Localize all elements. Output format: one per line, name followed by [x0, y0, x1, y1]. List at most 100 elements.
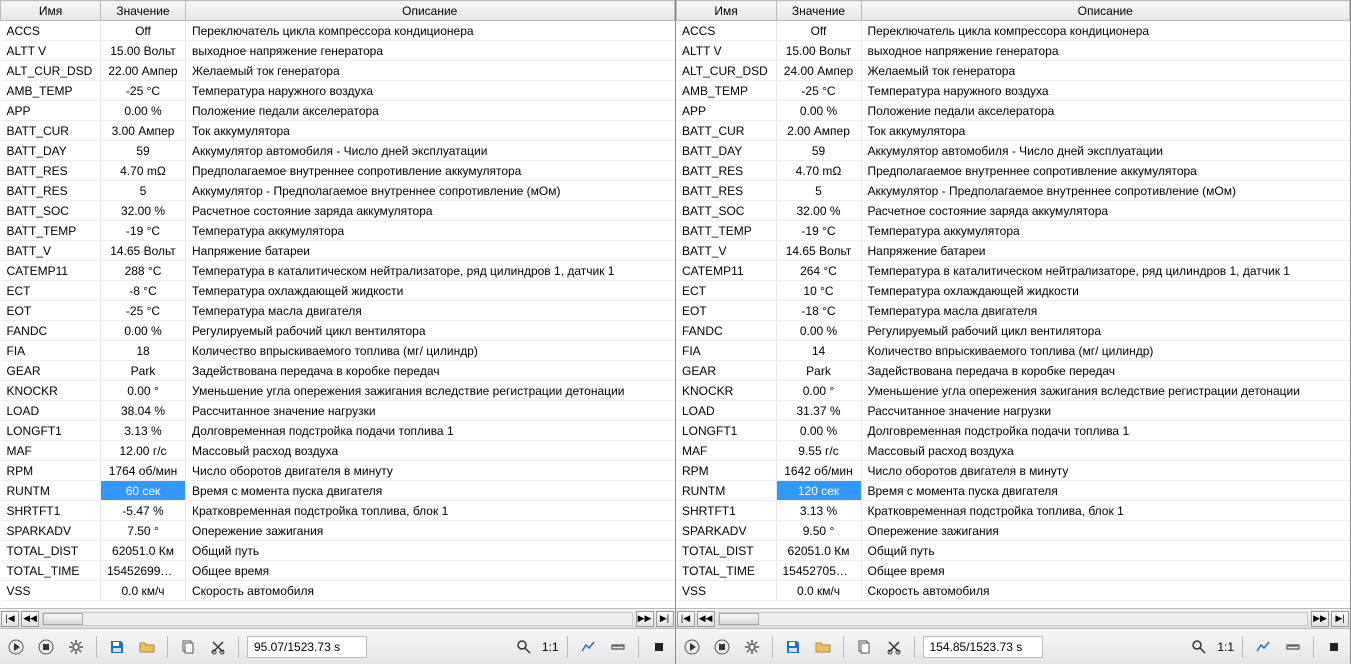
- play-button[interactable]: [4, 635, 28, 659]
- chart-button[interactable]: [1251, 635, 1275, 659]
- nav-next-button[interactable]: ▶▶: [1311, 611, 1329, 627]
- table-row[interactable]: BATT_TEMP-19 °CТемпература аккумулятора: [676, 221, 1350, 241]
- play-button[interactable]: [680, 635, 704, 659]
- col-header-desc[interactable]: Описание: [186, 1, 675, 21]
- table-row[interactable]: APP0.00 %Положение педали акселератора: [1, 101, 675, 121]
- hscroll-track[interactable]: [42, 612, 633, 626]
- col-header-value[interactable]: Значение: [101, 1, 186, 21]
- table-row[interactable]: BATT_SOC32.00 %Расчетное состояние заряд…: [1, 201, 675, 221]
- table-row[interactable]: SPARKADV9.50 °Опережение зажигания: [676, 521, 1350, 541]
- table-row[interactable]: TOTAL_TIME154527056 секОбщее время: [676, 561, 1350, 581]
- save-button[interactable]: [781, 635, 805, 659]
- table-row[interactable]: BATT_DAY59Аккумулятор автомобиля - Число…: [1, 141, 675, 161]
- copy-button[interactable]: [176, 635, 200, 659]
- param-value: 0.00 %: [776, 101, 861, 121]
- table-row[interactable]: BATT_TEMP-19 °CТемпература аккумулятора: [1, 221, 675, 241]
- table-row[interactable]: LOAD31.37 %Рассчитанное значение нагрузк…: [676, 401, 1350, 421]
- table-row[interactable]: FIA18Количество впрыскиваемого топлива (…: [1, 341, 675, 361]
- table-row[interactable]: BATT_RES4.70 mΩПредполагаемое внутреннее…: [1, 161, 675, 181]
- table-row[interactable]: BATT_V14.65 ВольтНапряжение батареи: [676, 241, 1350, 261]
- save-button[interactable]: [105, 635, 129, 659]
- ruler-button[interactable]: [606, 635, 630, 659]
- copy-button[interactable]: [852, 635, 876, 659]
- table-row[interactable]: ALTT V15.00 Вольтвыходное напряжение ген…: [1, 41, 675, 61]
- table-row[interactable]: GEARParkЗадействована передача в коробке…: [1, 361, 675, 381]
- nav-first-button[interactable]: |◀: [1, 611, 19, 627]
- table-row[interactable]: GEARParkЗадействована передача в коробке…: [676, 361, 1350, 381]
- zoom-button[interactable]: [1187, 635, 1211, 659]
- chart-button[interactable]: [576, 635, 600, 659]
- table-row[interactable]: BATT_RES5Аккумулятор - Предполагаемое вн…: [1, 181, 675, 201]
- nav-first-button[interactable]: |◀: [677, 611, 695, 627]
- nav-last-button[interactable]: ▶|: [1331, 611, 1349, 627]
- table-row[interactable]: RPM1764 об/минЧисло оборотов двигателя в…: [1, 461, 675, 481]
- table-row[interactable]: CATEMP11264 °CТемпература в каталитическ…: [676, 261, 1350, 281]
- stop-button[interactable]: [34, 635, 58, 659]
- col-header-name[interactable]: Имя: [1, 1, 101, 21]
- nav-prev-button[interactable]: ◀◀: [697, 611, 715, 627]
- hscroll-thumb[interactable]: [719, 613, 759, 625]
- table-row[interactable]: ALT_CUR_DSD24.00 АмперЖелаемый ток генер…: [676, 61, 1350, 81]
- table-row[interactable]: RPM1642 об/минЧисло оборотов двигателя в…: [676, 461, 1350, 481]
- table-row[interactable]: APP0.00 %Положение педали акселератора: [676, 101, 1350, 121]
- table-row[interactable]: TOTAL_DIST62051.0 КмОбщий путь: [1, 541, 675, 561]
- table-row[interactable]: ACCSOffПереключатель цикла компрессора к…: [676, 21, 1350, 41]
- table-row[interactable]: TOTAL_TIME154526992 секОбщее время: [1, 561, 675, 581]
- table-row[interactable]: ECT10 °CТемпература охлаждающей жидкости: [676, 281, 1350, 301]
- nav-last-button[interactable]: ▶|: [656, 611, 674, 627]
- table-row[interactable]: RUNTM60 секВремя с момента пуска двигате…: [1, 481, 675, 501]
- col-header-desc[interactable]: Описание: [861, 1, 1350, 21]
- table-row[interactable]: KNOCKR0.00 °Уменьшение угла опережения з…: [676, 381, 1350, 401]
- nav-prev-button[interactable]: ◀◀: [21, 611, 39, 627]
- table-row[interactable]: MAF9.55 г/сМассовый расход воздуха: [676, 441, 1350, 461]
- cut-button[interactable]: [882, 635, 906, 659]
- open-button[interactable]: [811, 635, 835, 659]
- record-button[interactable]: [647, 635, 671, 659]
- zoom-button[interactable]: [512, 635, 536, 659]
- gear-button[interactable]: [64, 635, 88, 659]
- table-row[interactable]: ACCSOffПереключатель цикла компрессора к…: [1, 21, 675, 41]
- table-row[interactable]: FANDC0.00 %Регулируемый рабочий цикл вен…: [1, 321, 675, 341]
- open-button[interactable]: [135, 635, 159, 659]
- hscroll-thumb[interactable]: [43, 613, 83, 625]
- table-row[interactable]: BATT_SOC32.00 %Расчетное состояние заряд…: [676, 201, 1350, 221]
- param-desc: Общее время: [186, 561, 675, 581]
- gear-button[interactable]: [740, 635, 764, 659]
- table-row[interactable]: FIA14Количество впрыскиваемого топлива (…: [676, 341, 1350, 361]
- cut-button[interactable]: [206, 635, 230, 659]
- table-row[interactable]: BATT_CUR3.00 АмперТок аккумулятора: [1, 121, 675, 141]
- table-row[interactable]: AMB_TEMP-25 °CТемпература наружного возд…: [1, 81, 675, 101]
- table-row[interactable]: VSS0.0 км/чСкорость автомобиля: [676, 581, 1350, 601]
- table-row[interactable]: ECT-8 °CТемпература охлаждающей жидкости: [1, 281, 675, 301]
- record-button[interactable]: [1322, 635, 1346, 659]
- table-row[interactable]: TOTAL_DIST62051.0 КмОбщий путь: [676, 541, 1350, 561]
- table-row[interactable]: SPARKADV7.50 °Опережение зажигания: [1, 521, 675, 541]
- table-row[interactable]: LONGFT13.13 %Долговременная подстройка п…: [1, 421, 675, 441]
- table-row[interactable]: BATT_RES4.70 mΩПредполагаемое внутреннее…: [676, 161, 1350, 181]
- table-row[interactable]: BATT_DAY59Аккумулятор автомобиля - Число…: [676, 141, 1350, 161]
- table-row[interactable]: RUNTM120 секВремя с момента пуска двигат…: [676, 481, 1350, 501]
- nav-next-button[interactable]: ▶▶: [636, 611, 654, 627]
- hscroll-track[interactable]: [718, 612, 1309, 626]
- table-row[interactable]: BATT_V14.65 ВольтНапряжение батареи: [1, 241, 675, 261]
- table-row[interactable]: EOT-25 °CТемпература масла двигателя: [1, 301, 675, 321]
- table-row[interactable]: BATT_CUR2.00 АмперТок аккумулятора: [676, 121, 1350, 141]
- table-row[interactable]: EOT-18 °CТемпература масла двигателя: [676, 301, 1350, 321]
- ruler-button[interactable]: [1281, 635, 1305, 659]
- table-row[interactable]: MAF12.00 г/сМассовый расход воздуха: [1, 441, 675, 461]
- table-row[interactable]: FANDC0.00 %Регулируемый рабочий цикл вен…: [676, 321, 1350, 341]
- col-header-name[interactable]: Имя: [676, 1, 776, 21]
- stop-button[interactable]: [710, 635, 734, 659]
- table-row[interactable]: SHRTFT13.13 %Кратковременная подстройка …: [676, 501, 1350, 521]
- table-row[interactable]: LOAD38.04 %Рассчитанное значение нагрузк…: [1, 401, 675, 421]
- table-row[interactable]: ALT_CUR_DSD22.00 АмперЖелаемый ток генер…: [1, 61, 675, 81]
- table-row[interactable]: LONGFT10.00 %Долговременная подстройка п…: [676, 421, 1350, 441]
- table-row[interactable]: BATT_RES5Аккумулятор - Предполагаемое вн…: [676, 181, 1350, 201]
- table-row[interactable]: KNOCKR0.00 °Уменьшение угла опережения з…: [1, 381, 675, 401]
- col-header-value[interactable]: Значение: [776, 1, 861, 21]
- table-row[interactable]: CATEMP11288 °CТемпература в каталитическ…: [1, 261, 675, 281]
- table-row[interactable]: ALTT V15.00 Вольтвыходное напряжение ген…: [676, 41, 1350, 61]
- table-row[interactable]: AMB_TEMP-25 °CТемпература наружного возд…: [676, 81, 1350, 101]
- table-row[interactable]: SHRTFT1-5.47 %Кратковременная подстройка…: [1, 501, 675, 521]
- table-row[interactable]: VSS0.0 км/чСкорость автомобиля: [1, 581, 675, 601]
